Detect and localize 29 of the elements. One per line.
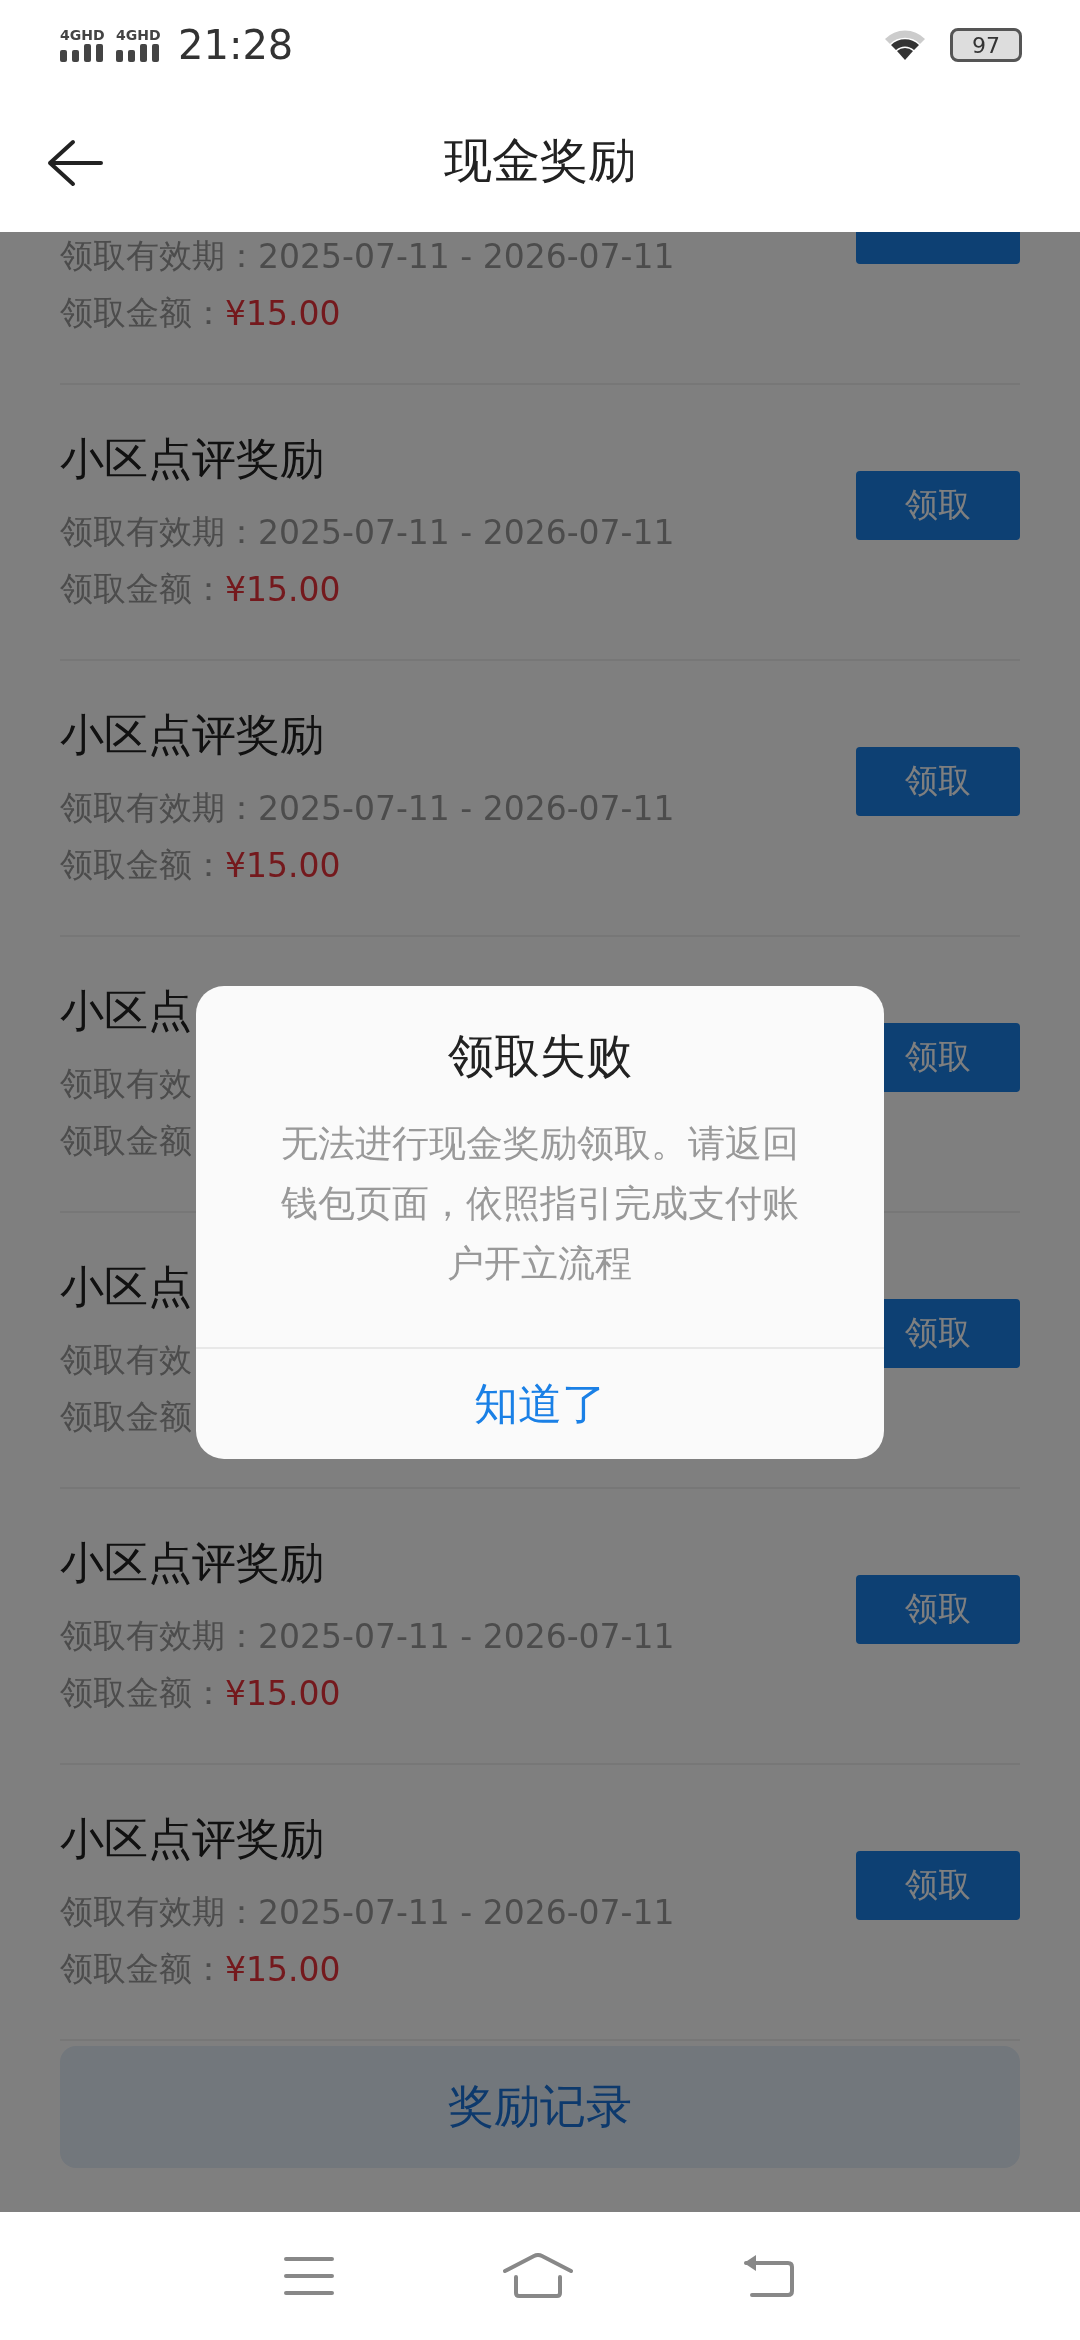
home-icon[interactable] bbox=[502, 2253, 574, 2299]
claim-button[interactable]: 领取 bbox=[856, 1851, 1020, 1920]
reward-amount: ¥15.00 bbox=[225, 1949, 341, 1989]
battery-icon: 97 bbox=[950, 28, 1022, 62]
signal-icon bbox=[116, 44, 162, 62]
page-title: 现金奖励 bbox=[444, 131, 636, 190]
network-label: 4GHD bbox=[116, 28, 161, 42]
claim-button[interactable]: 领取 bbox=[856, 471, 1020, 540]
network-label: 4GHD bbox=[60, 28, 105, 42]
reward-title: 小区点 bbox=[60, 984, 192, 1038]
clock-time: 21:28 bbox=[178, 22, 294, 68]
back-icon[interactable] bbox=[45, 138, 105, 188]
reward-amount: ¥15.00 bbox=[225, 569, 341, 609]
reward-title: 小区点评奖励 bbox=[60, 1812, 324, 1866]
reward-title: 小区点评奖励 bbox=[60, 708, 324, 762]
reward-amount: ¥15.00 bbox=[225, 293, 341, 333]
confirm-button[interactable]: 知道了 bbox=[196, 1347, 884, 1459]
signal-icon bbox=[60, 44, 106, 62]
reward-title: 小区点 bbox=[60, 1260, 192, 1314]
menu-icon[interactable] bbox=[284, 2256, 334, 2296]
reward-title: 小区点评奖励 bbox=[60, 432, 324, 486]
reward-amount: ¥15.00 bbox=[225, 1673, 341, 1713]
reward-title: 小区点评奖励 bbox=[60, 1536, 324, 1590]
records-button[interactable]: 奖励记录 bbox=[60, 2046, 1020, 2168]
dialog-message: 无法进行现金奖励领取。请返回钱包页面，依照指引完成支付账户开立流程 bbox=[280, 1121, 800, 1287]
dialog-title: 领取失败 bbox=[448, 1028, 632, 1085]
claim-button[interactable]: 领取 bbox=[856, 1575, 1020, 1644]
reward-amount: ¥15.00 bbox=[225, 845, 341, 885]
claim-button[interactable]: 领取 bbox=[856, 747, 1020, 816]
